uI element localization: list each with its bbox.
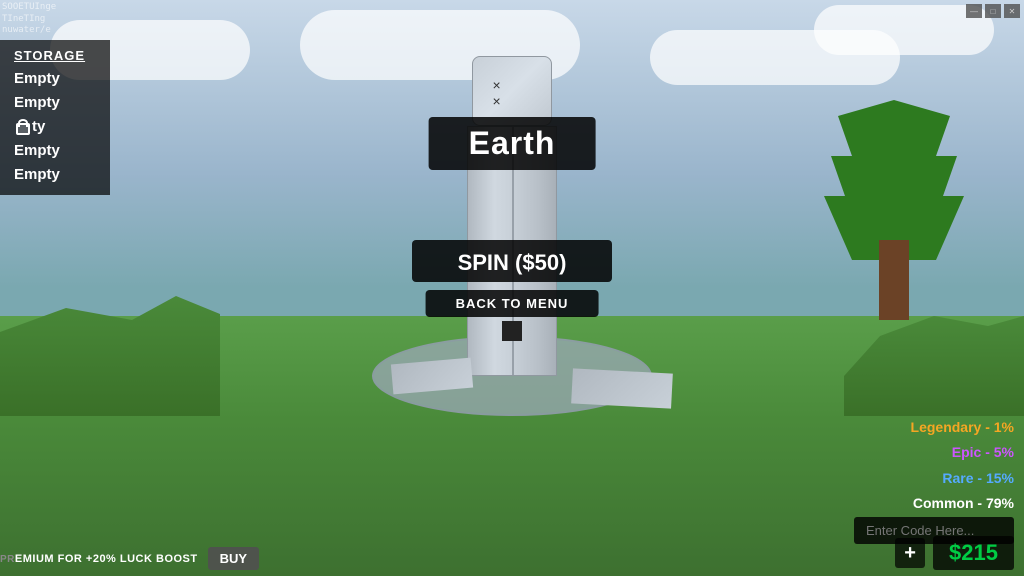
rarity-common: Common - 79% <box>911 491 1014 516</box>
premium-text: PREMIUM FOR +20% LUCK BOOST <box>0 553 198 565</box>
storage-item-label: Empty <box>14 163 60 187</box>
window-controls: — □ ✕ <box>966 4 1020 18</box>
left-terrain <box>0 296 220 416</box>
lock-icon <box>14 119 28 135</box>
storage-panel: STORAGE Empty Empty ty Empty Empty <box>0 40 110 195</box>
game-background <box>0 0 1024 576</box>
storage-item-5[interactable]: Empty <box>14 163 96 187</box>
tree-trunk <box>879 240 909 320</box>
premium-bar: PREMIUM FOR +20% LUCK BOOST BUY <box>0 547 259 570</box>
storage-item-4[interactable]: Empty <box>14 139 96 163</box>
side-rock-right <box>571 368 673 408</box>
storage-item-2[interactable]: Empty <box>14 91 96 115</box>
buy-button[interactable]: BUY <box>208 547 259 570</box>
storage-title: STORAGE <box>14 48 96 63</box>
plus-button[interactable]: + <box>895 538 925 568</box>
minimize-button[interactable]: — <box>966 4 982 18</box>
storage-item-1[interactable]: Empty <box>14 67 96 91</box>
stream-overlay: SOOETUInge TIneTIng nuwater/e <box>2 2 56 37</box>
rarity-panel: Legendary - 1% Epic - 5% Rare - 15% Comm… <box>911 415 1014 516</box>
earth-label: Earth <box>429 117 596 170</box>
storage-item-label: ty <box>32 115 45 139</box>
storage-item-label: Empty <box>14 91 60 115</box>
rarity-legendary: Legendary - 1% <box>911 415 1014 440</box>
money-display: + $215 <box>895 536 1014 570</box>
storage-item-3-locked[interactable]: ty <box>14 115 96 139</box>
money-amount: $215 <box>933 536 1014 570</box>
storage-item-label: Empty <box>14 139 60 163</box>
tree-top <box>824 100 964 260</box>
dark-square <box>502 321 522 341</box>
storage-item-label: Empty <box>14 67 60 91</box>
maximize-button[interactable]: □ <box>985 4 1001 18</box>
pillar-head <box>472 56 552 126</box>
rarity-epic: Epic - 5% <box>911 440 1014 465</box>
tree <box>824 100 964 320</box>
close-button[interactable]: ✕ <box>1004 4 1020 18</box>
spin-button[interactable]: SPIN ($50) <box>412 240 612 282</box>
rarity-rare: Rare - 15% <box>911 466 1014 491</box>
back-to-menu-button[interactable]: BACK TO MENU <box>426 290 599 317</box>
